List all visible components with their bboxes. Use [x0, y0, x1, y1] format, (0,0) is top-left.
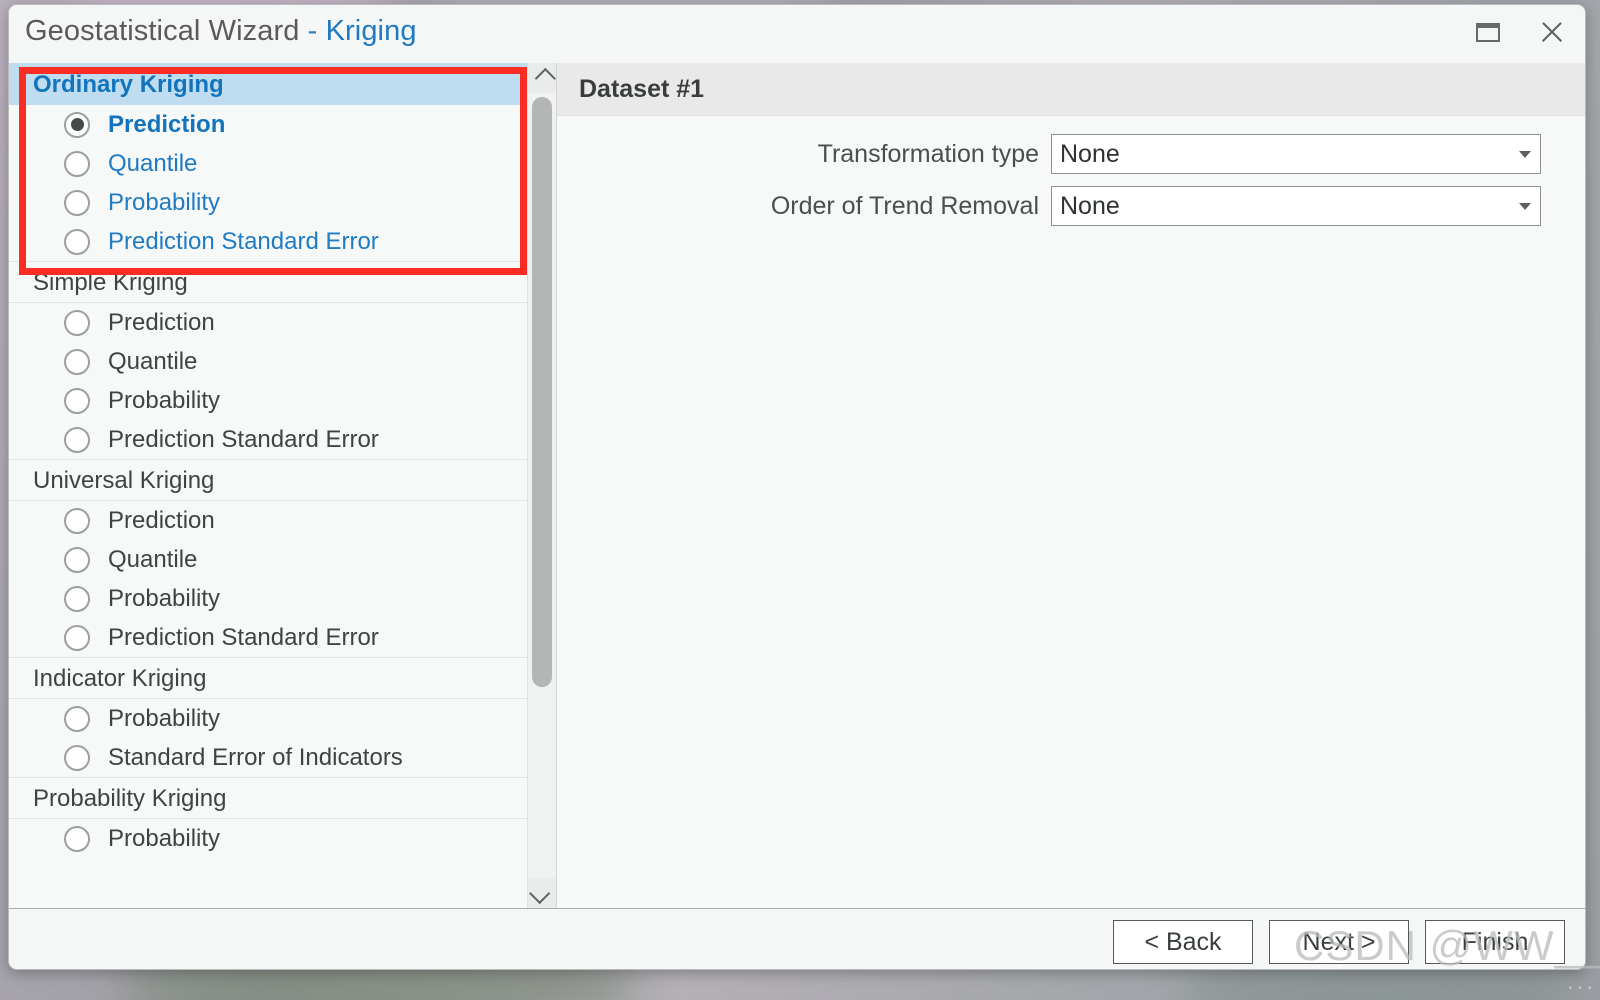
- option-label: Probability: [108, 584, 221, 612]
- field-row-transformation-type: Transformation type None: [557, 130, 1585, 178]
- option-ordinary-probability[interactable]: Probability: [9, 183, 528, 222]
- dialog-body: Ordinary Kriging Prediction Quantile Pro…: [9, 63, 1585, 908]
- option-probability-kriging-probability[interactable]: Probability: [9, 819, 528, 858]
- radio-icon[interactable]: [64, 705, 90, 732]
- scrollbar-thumb[interactable]: [532, 97, 553, 687]
- option-simple-quantile[interactable]: Quantile: [9, 342, 528, 381]
- next-button[interactable]: Next >: [1269, 920, 1409, 964]
- group-header-simple-kriging[interactable]: Simple Kriging: [9, 261, 528, 303]
- option-ordinary-prediction-standard-error[interactable]: Prediction Standard Error: [9, 222, 528, 261]
- option-indicator-standard-error-of-indicators[interactable]: Standard Error of Indicators: [9, 738, 528, 777]
- dataset-panel: Dataset #1 Transformation type None Orde…: [557, 63, 1585, 908]
- chevron-down-icon: [1519, 151, 1531, 158]
- option-label: Standard Error of Indicators: [108, 743, 403, 771]
- transformation-type-dropdown[interactable]: None: [1051, 134, 1541, 174]
- radio-icon[interactable]: [64, 309, 90, 336]
- group-header-ordinary-kriging[interactable]: Ordinary Kriging: [9, 63, 528, 105]
- group-header-indicator-kriging[interactable]: Indicator Kriging: [9, 657, 528, 699]
- radio-icon[interactable]: [64, 585, 90, 612]
- title-bar: Geostatistical Wizard - Kriging: [9, 5, 1585, 63]
- window-title-main: Geostatistical Wizard: [25, 15, 300, 47]
- radio-icon[interactable]: [64, 150, 90, 177]
- option-label: Prediction: [108, 308, 215, 336]
- option-label: Probability: [108, 824, 221, 852]
- radio-icon[interactable]: [64, 348, 90, 375]
- option-label: Prediction Standard Error: [108, 227, 379, 255]
- back-button[interactable]: < Back: [1113, 920, 1253, 964]
- scroll-up-button[interactable]: [528, 63, 557, 93]
- option-label: Quantile: [108, 347, 198, 375]
- option-label: Probability: [108, 704, 221, 732]
- chevron-down-icon: [1519, 203, 1531, 210]
- radio-icon[interactable]: [64, 111, 90, 138]
- option-label: Prediction Standard Error: [108, 425, 379, 453]
- radio-icon[interactable]: [64, 744, 90, 771]
- chevron-down-icon: [528, 882, 550, 904]
- scroll-down-button[interactable]: [528, 878, 557, 908]
- restore-window-button[interactable]: [1465, 13, 1511, 51]
- order-of-trend-removal-dropdown[interactable]: None: [1051, 186, 1541, 226]
- option-simple-probability[interactable]: Probability: [9, 381, 528, 420]
- watermark-dots: ...: [1566, 968, 1596, 995]
- window-title-sub: Kriging: [325, 15, 417, 47]
- radio-icon[interactable]: [64, 189, 90, 216]
- dataset-form: Transformation type None Order of Trend …: [557, 116, 1585, 230]
- option-simple-prediction[interactable]: Prediction: [9, 303, 528, 342]
- option-ordinary-prediction[interactable]: Prediction: [9, 105, 528, 144]
- option-label: Probability: [108, 188, 221, 216]
- dialog-footer: < Back Next > Finish: [9, 908, 1585, 969]
- radio-icon[interactable]: [64, 228, 90, 255]
- radio-icon[interactable]: [64, 825, 90, 852]
- option-label: Quantile: [108, 149, 198, 177]
- method-list-pane: Ordinary Kriging Prediction Quantile Pro…: [9, 63, 557, 908]
- option-simple-prediction-standard-error[interactable]: Prediction Standard Error: [9, 420, 528, 459]
- option-label: Prediction: [108, 110, 226, 138]
- finish-button[interactable]: Finish: [1425, 920, 1565, 964]
- option-indicator-probability[interactable]: Probability: [9, 699, 528, 738]
- screen: Geostatistical Wizard - Kriging Ordinary…: [0, 0, 1600, 1000]
- option-ordinary-quantile[interactable]: Quantile: [9, 144, 528, 183]
- option-label: Prediction Standard Error: [108, 623, 379, 651]
- option-universal-probability[interactable]: Probability: [9, 579, 528, 618]
- group-header-probability-kriging[interactable]: Probability Kriging: [9, 777, 528, 819]
- close-icon: [1539, 19, 1565, 45]
- option-universal-quantile[interactable]: Quantile: [9, 540, 528, 579]
- restore-window-icon: [1476, 22, 1500, 42]
- window-title-separator: -: [307, 15, 318, 47]
- option-label: Probability: [108, 386, 221, 414]
- close-window-button[interactable]: [1529, 13, 1575, 51]
- window-controls: [1465, 13, 1575, 51]
- option-universal-prediction[interactable]: Prediction: [9, 501, 528, 540]
- method-list-scrollbar[interactable]: [527, 63, 557, 908]
- group-header-universal-kriging[interactable]: Universal Kriging: [9, 459, 528, 501]
- field-row-order-of-trend-removal: Order of Trend Removal None: [557, 182, 1585, 230]
- option-label: Prediction: [108, 506, 215, 534]
- option-label: Quantile: [108, 545, 198, 573]
- transformation-type-value: None: [1060, 139, 1120, 168]
- option-universal-prediction-standard-error[interactable]: Prediction Standard Error: [9, 618, 528, 657]
- dataset-panel-header: Dataset #1: [557, 63, 1585, 116]
- chevron-up-icon: [534, 67, 556, 89]
- order-of-trend-removal-label: Order of Trend Removal: [770, 191, 1039, 220]
- order-of-trend-removal-value: None: [1060, 191, 1120, 220]
- wizard-button-row: < Back Next > Finish: [1113, 920, 1565, 964]
- window-title: Geostatistical Wizard - Kriging: [25, 15, 417, 48]
- radio-icon[interactable]: [64, 546, 90, 573]
- radio-icon[interactable]: [64, 507, 90, 534]
- radio-icon[interactable]: [64, 426, 90, 453]
- radio-icon[interactable]: [64, 624, 90, 651]
- geostatistical-wizard-dialog: Geostatistical Wizard - Kriging Ordinary…: [8, 4, 1586, 970]
- radio-icon[interactable]: [64, 387, 90, 414]
- transformation-type-label: Transformation type: [817, 139, 1039, 168]
- method-list[interactable]: Ordinary Kriging Prediction Quantile Pro…: [9, 63, 528, 908]
